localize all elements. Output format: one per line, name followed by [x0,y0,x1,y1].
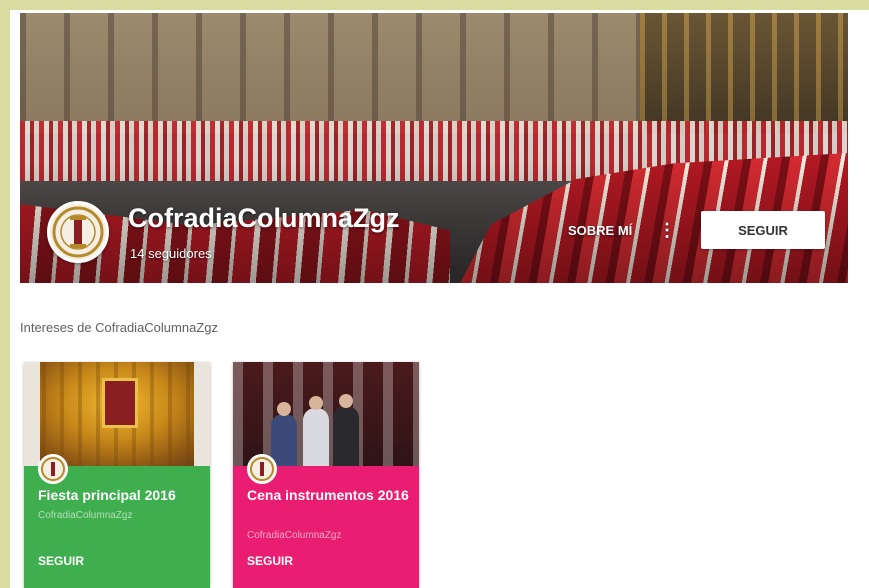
page-frame: CofradiaColumnaZgz 14 seguidores SOBRE M… [10,10,869,588]
follow-button[interactable]: SEGUIR [701,211,825,249]
profile-avatar[interactable] [47,201,109,263]
collection-card[interactable]: Fiesta principal 2016 CofradiaColumnaZgz… [24,362,210,588]
card-avatar [247,454,277,484]
card-body [233,466,419,588]
brotherhood-emblem-icon [52,206,104,258]
card-body [24,466,210,588]
card-author: CofradiaColumnaZgz [247,530,342,541]
more-vert-icon[interactable]: ⋮ [658,221,676,241]
brotherhood-emblem-icon [41,457,65,481]
card-title[interactable]: Fiesta principal 2016 [38,486,202,505]
profile-name: CofradiaColumnaZgz [128,203,400,233]
interests-heading: Intereses de CofradiaColumnaZgz [20,320,218,335]
card-follow-button[interactable]: SEGUIR [247,554,293,568]
card-title[interactable]: Cena instrumentos 2016 [247,486,411,505]
card-follow-button[interactable]: SEGUIR [38,554,84,568]
follower-count: 14 seguidores [130,246,212,261]
card-photo-altar [24,362,210,466]
card-avatar [38,454,68,484]
card-photo-group [233,362,419,466]
card-author: CofradiaColumnaZgz [38,510,133,521]
profile-cover: CofradiaColumnaZgz 14 seguidores SOBRE M… [20,13,848,283]
collection-card[interactable]: Cena instrumentos 2016 CofradiaColumnaZg… [233,362,419,588]
brotherhood-emblem-icon [250,457,274,481]
about-me-link[interactable]: SOBRE MÍ [568,223,632,238]
